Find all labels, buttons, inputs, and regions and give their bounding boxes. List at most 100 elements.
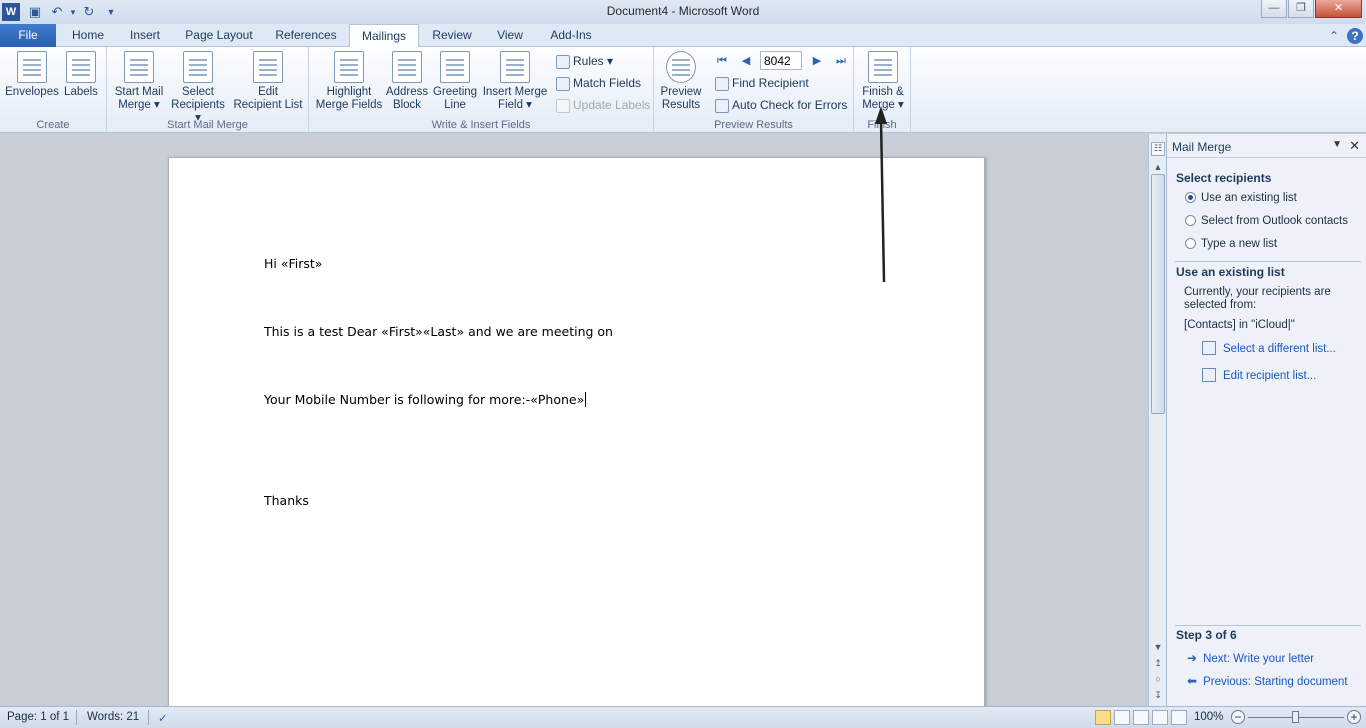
insert-merge-field-button[interactable]: Insert Merge Field ▾	[481, 51, 549, 112]
match-fields-button[interactable]: Match Fields	[556, 74, 641, 92]
select-recipients-label-2: Recipients	[171, 99, 225, 111]
pane-divider-bottom	[1175, 625, 1361, 626]
edit-recipient-list-link[interactable]: Edit recipient list...	[1202, 368, 1316, 382]
rules-button[interactable]: Rules ▾	[556, 52, 613, 70]
zoom-out-icon[interactable]: −	[1231, 710, 1245, 724]
help-icon[interactable]: ?	[1347, 28, 1363, 44]
preview-results-label-1: Preview	[660, 86, 702, 98]
vertical-scrollbar[interactable]: ☷ ▲ ▼ ↥ ○ ↧	[1148, 134, 1166, 706]
document-line-2[interactable]: This is a test Dear «First»«Last» and we…	[264, 324, 613, 339]
find-recipient-label: Find Recipient	[732, 76, 809, 90]
last-record-icon[interactable]: ⏭	[833, 53, 849, 69]
next-record-icon[interactable]: ▶	[809, 53, 825, 69]
greeting-line-label-1: Greeting	[432, 86, 478, 98]
envelopes-label: Envelopes	[5, 86, 59, 98]
tab-home[interactable]: Home	[64, 24, 112, 47]
select-recipients-icon	[183, 51, 213, 83]
scroll-thumb[interactable]	[1151, 174, 1165, 414]
tab-page-layout[interactable]: Page Layout	[180, 24, 258, 47]
close-button[interactable]: ✕	[1315, 0, 1362, 18]
pane-close-icon[interactable]: ✕	[1349, 138, 1360, 154]
zoom-in-icon[interactable]: +	[1347, 710, 1361, 724]
next-step-link[interactable]: ➜ Next: Write your letter	[1187, 651, 1314, 665]
auto-check-errors-button[interactable]: Auto Check for Errors	[715, 96, 847, 114]
tab-add-ins[interactable]: Add-Ins	[545, 24, 597, 47]
preview-results-button[interactable]: Preview Results	[658, 51, 704, 112]
tab-view[interactable]: View	[490, 24, 530, 47]
word-count[interactable]: Words: 21	[87, 711, 139, 723]
document-line-3[interactable]: Your Mobile Number is following for more…	[264, 392, 584, 407]
labels-button[interactable]: Labels	[62, 51, 100, 99]
title-bar: W ▣ ↶ ▼ ↻ ▼ Document4 - Microsoft Word —…	[0, 0, 1366, 24]
minimize-button[interactable]: —	[1261, 0, 1287, 18]
radio-new-list[interactable]: Type a new list	[1185, 238, 1277, 250]
envelopes-button[interactable]: Envelopes	[4, 51, 60, 99]
restore-button[interactable]: ❐	[1288, 0, 1314, 18]
document-line-3-wrap[interactable]: Your Mobile Number is following for more…	[264, 392, 587, 407]
tab-references[interactable]: References	[270, 24, 342, 47]
ribbon: Envelopes Labels Create Start Mail Merge…	[0, 47, 1366, 133]
scroll-up-icon[interactable]: ▲	[1151, 162, 1165, 172]
pane-options-icon[interactable]: ▼	[1332, 139, 1342, 150]
insert-merge-field-icon	[500, 51, 530, 83]
finish-merge-button[interactable]: Finish & Merge ▾	[858, 51, 908, 112]
draft-view-icon[interactable]	[1171, 710, 1187, 725]
edit-recipient-list-link-label: Edit recipient list...	[1223, 370, 1317, 382]
radio-existing-selected-icon	[1185, 192, 1196, 203]
proofing-icon[interactable]: ✓	[158, 711, 168, 725]
select-recipients-label-1: Select	[182, 86, 214, 98]
select-different-list-link[interactable]: Select a different list...	[1202, 341, 1336, 355]
scroll-down-icon[interactable]: ▼	[1151, 642, 1165, 652]
group-write-insert-fields: Highlight Merge Fields Address Block Gre…	[309, 47, 654, 133]
document-line-4[interactable]: Thanks	[264, 493, 309, 508]
radio-outlook-contacts[interactable]: Select from Outlook contacts	[1185, 215, 1348, 227]
group-start-mail-merge: Start Mail Merge ▾ Select Recipients ▾ E…	[107, 47, 309, 133]
next-step-label: Next: Write your letter	[1203, 653, 1315, 665]
arrow-right-icon: ➜	[1187, 651, 1198, 665]
recipients-source: [Contacts] in "iCloud|"	[1184, 319, 1295, 331]
record-number-input[interactable]	[760, 51, 802, 70]
finish-merge-label-2: Merge	[862, 99, 895, 111]
insert-merge-field-label-2: Field	[498, 99, 523, 111]
find-recipient-button[interactable]: Find Recipient	[715, 74, 809, 92]
next-page-icon[interactable]: ↧	[1151, 690, 1165, 701]
zoom-slider-thumb[interactable]	[1292, 711, 1299, 723]
preview-results-label-2: Results	[661, 99, 701, 111]
address-block-button[interactable]: Address Block	[385, 51, 429, 112]
greeting-line-button[interactable]: Greeting Line	[431, 51, 479, 112]
radio-existing-list[interactable]: Use an existing list	[1185, 192, 1297, 204]
recipients-description-2: selected from:	[1184, 299, 1257, 311]
group-label-start-mail-merge: Start Mail Merge	[167, 119, 248, 131]
document-page[interactable]: Hi «First» This is a test Dear «First»«L…	[168, 157, 985, 706]
previous-step-link[interactable]: ⬅ Previous: Starting document	[1187, 674, 1348, 688]
select-recipients-button[interactable]: Select Recipients ▾	[167, 51, 229, 125]
tab-review[interactable]: Review	[425, 24, 479, 47]
document-line-1[interactable]: Hi «First»	[264, 256, 322, 271]
preview-results-icon	[666, 51, 696, 83]
ribbon-tabs: File Home Insert Page Layout References …	[0, 24, 1366, 48]
select-browse-object-icon[interactable]: ○	[1151, 674, 1165, 684]
edit-recipient-list-label-2: Recipient List	[233, 99, 303, 111]
zoom-level[interactable]: 100%	[1194, 711, 1223, 723]
update-labels-button[interactable]: Update Labels	[556, 96, 650, 114]
print-layout-view-icon[interactable]	[1095, 710, 1111, 725]
edit-recipient-list-button[interactable]: Edit Recipient List	[231, 51, 305, 112]
full-screen-reading-view-icon[interactable]	[1114, 710, 1130, 725]
start-mail-merge-button[interactable]: Start Mail Merge ▾	[111, 51, 167, 112]
tab-mailings[interactable]: Mailings	[349, 24, 419, 48]
minimize-ribbon-icon[interactable]: ⌃	[1326, 28, 1342, 44]
ruler-toggle-icon[interactable]: ☷	[1151, 142, 1165, 156]
web-layout-view-icon[interactable]	[1133, 710, 1149, 725]
tab-insert[interactable]: Insert	[122, 24, 168, 47]
labels-icon	[66, 51, 96, 83]
highlight-merge-fields-button[interactable]: Highlight Merge Fields	[314, 51, 384, 112]
tab-file[interactable]: File	[0, 24, 56, 47]
outline-view-icon[interactable]	[1152, 710, 1168, 725]
pane-divider	[1175, 261, 1361, 262]
previous-record-icon[interactable]: ◀	[738, 53, 754, 69]
first-record-icon[interactable]: ⏮	[714, 53, 730, 69]
update-labels-label: Update Labels	[573, 98, 651, 112]
previous-page-icon[interactable]: ↥	[1151, 658, 1165, 669]
page-count[interactable]: Page: 1 of 1	[7, 711, 69, 723]
envelope-icon	[17, 51, 47, 83]
